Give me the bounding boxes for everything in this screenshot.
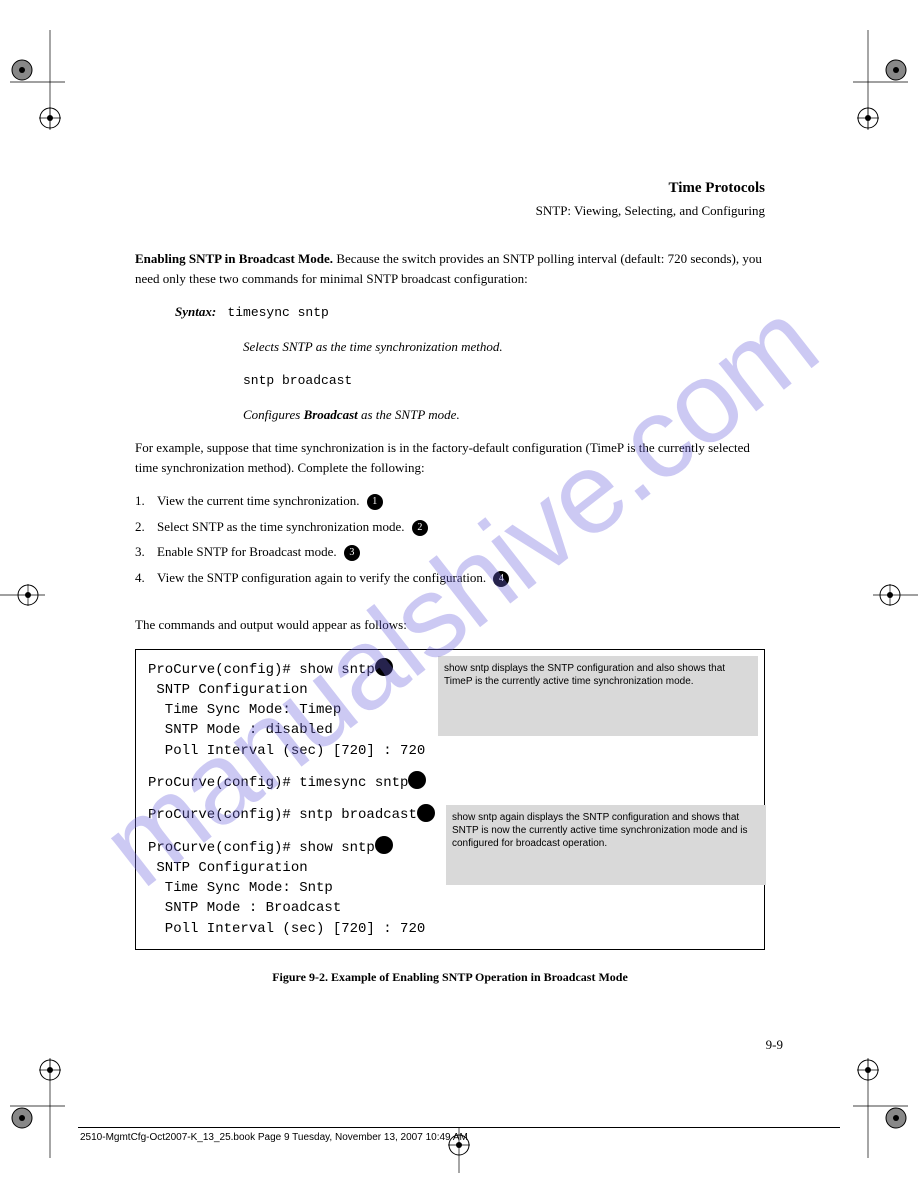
term-line-11: SNTP Mode : Broadcast: [148, 898, 752, 918]
paragraph-1: Enabling SNTP in Broadcast Mode. Because…: [135, 249, 765, 288]
page-header-subtitle: SNTP: Viewing, Selecting, and Configurin…: [135, 203, 765, 219]
syntax-block: Syntax: timesync sntp: [175, 302, 765, 323]
crop-mark-br: [838, 1058, 908, 1158]
term-line-2: SNTP Configuration: [148, 680, 752, 700]
step-num-2: 2.: [135, 517, 157, 537]
term-line-7: ProCurve(config)# sntp broadcast: [148, 805, 752, 825]
syntax-desc2-row: Configures Broadcast as the SNTP mode.: [243, 405, 765, 425]
footer-file: 2510-MgmtCfg-Oct2007-K_13_25.book Page 9…: [80, 1132, 468, 1143]
figure-caption: Figure 9-2. Example of Enabling SNTP Ope…: [135, 968, 765, 986]
para1-bold: Enabling SNTP in Broadcast Mode.: [135, 251, 333, 266]
term-line-9: SNTP Configuration: [148, 858, 752, 878]
crop-mark-tl: [10, 30, 80, 130]
step-num-4: 4.: [135, 568, 157, 588]
syntax-cmd1: timesync sntp: [227, 305, 328, 320]
crop-mark-bl: [10, 1058, 80, 1158]
term-bullet-4: [375, 836, 393, 854]
term-line-12: Poll Interval (sec) [720] : 720: [148, 919, 752, 939]
term-line-5: Poll Interval (sec) [720] : 720: [148, 741, 752, 761]
step-circle-4: 4: [493, 571, 509, 587]
step-circle-1: 1: [367, 494, 383, 510]
syntax-desc2-after: as the SNTP mode.: [358, 407, 460, 422]
step-text-1: View the current time synchronization.: [157, 493, 359, 508]
step-circle-2: 2: [412, 520, 428, 536]
term-bullet-1: [375, 658, 393, 676]
step-circle-3: 3: [344, 545, 360, 561]
step-3: 3. Enable SNTP for Broadcast mode. 3: [135, 542, 765, 562]
step-text-3: Enable SNTP for Broadcast mode.: [157, 544, 337, 559]
syntax-label: Syntax:: [175, 304, 216, 319]
paragraph-2: For example, suppose that time synchroni…: [135, 438, 765, 477]
step-num-1: 1.: [135, 491, 157, 511]
step-text-4: View the SNTP configuration again to ver…: [157, 570, 486, 585]
crop-mark-bc: [444, 1128, 474, 1173]
page-header-title: Time Protocols: [135, 180, 765, 197]
term-line-3: Time Sync Mode: Timep: [148, 700, 752, 720]
step-4: 4. View the SNTP configuration again to …: [135, 568, 765, 588]
syntax-cmd2: sntp broadcast: [243, 373, 352, 388]
syntax-cmd2-row: sntp broadcast: [243, 370, 765, 391]
term-bullet-2: [408, 771, 426, 789]
commands-caption: The commands and output would appear as …: [135, 615, 765, 635]
term-line-8: ProCurve(config)# show sntp: [148, 838, 752, 858]
example-steps: 1. View the current time synchronization…: [135, 491, 765, 587]
term-line-1: ProCurve(config)# show sntp: [148, 660, 752, 680]
terminal-output: show sntp displays the SNTP configuratio…: [135, 649, 765, 951]
syntax-desc1: Selects SNTP as the time synchronization…: [243, 337, 765, 357]
step-num-3: 3.: [135, 542, 157, 562]
crop-mark-mr: [873, 580, 918, 610]
term-bullet-3: [417, 804, 435, 822]
crop-mark-tr: [838, 30, 908, 130]
crop-mark-ml: [0, 580, 45, 610]
step-2: 2. Select SNTP as the time synchronizati…: [135, 517, 765, 537]
page-number: 9-9: [766, 1037, 783, 1053]
syntax-desc2-bold: Broadcast: [304, 407, 358, 422]
step-text-2: Select SNTP as the time synchronization …: [157, 519, 405, 534]
term-line-6: ProCurve(config)# timesync sntp: [148, 773, 752, 793]
step-1: 1. View the current time synchronization…: [135, 491, 765, 511]
term-line-4: SNTP Mode : disabled: [148, 720, 752, 740]
term-line-10: Time Sync Mode: Sntp: [148, 878, 752, 898]
syntax-desc2: Configures: [243, 407, 304, 422]
